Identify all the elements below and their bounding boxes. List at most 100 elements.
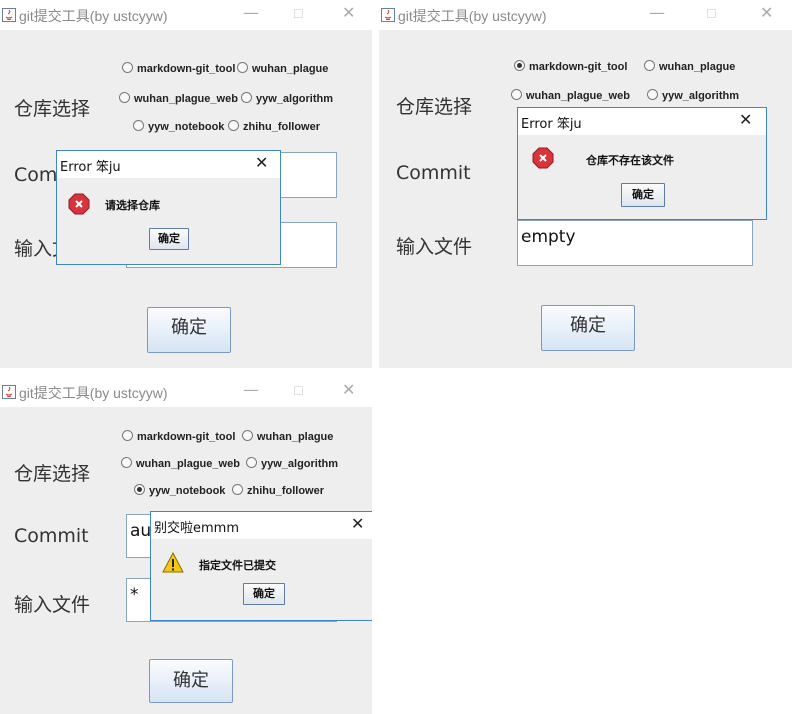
repo-radio-wuhan-plague[interactable]: wuhan_plague [242, 430, 333, 444]
commit-label: Commit [14, 525, 89, 547]
radio-label: wuhan_plague [659, 61, 736, 73]
repo-radio-zhihu-follower[interactable]: zhihu_follower [232, 484, 324, 498]
radio-label: wuhan_plague_web [526, 90, 630, 102]
repo-radio-markdown-git-tool[interactable]: markdown-git_tool [514, 60, 627, 74]
app-window-2: git提交工具(by ustcyyw) — ☐ ✕ 仓库选择 Commit 输入… [379, 0, 792, 368]
radio-label: yyw_notebook [149, 485, 226, 497]
radio-circle[interactable] [121, 457, 132, 468]
maximize-icon[interactable]: ☐ [293, 384, 304, 398]
confirm-button[interactable]: 确定 [149, 659, 233, 703]
dialog-title-bar[interactable]: 别交啦emmm ✕ [151, 512, 372, 539]
java-app-icon [381, 8, 395, 22]
window-title: git提交工具(by ustcyyw) [19, 385, 168, 401]
warning-icon [162, 552, 184, 573]
repo-label: 仓库选择 [396, 96, 473, 118]
repo-radio-markdown-git-tool[interactable]: markdown-git_tool [122, 62, 235, 76]
confirm-button[interactable]: 确定 [147, 307, 231, 353]
dialog-message: 仓库不存在该文件 [586, 154, 674, 167]
radio-label: wuhan_plague_web [136, 458, 240, 470]
radio-circle[interactable] [133, 120, 144, 131]
radio-label: yyw_algorithm [662, 90, 740, 102]
window-title: git提交工具(by ustcyyw) [19, 8, 168, 24]
title-bar[interactable]: git提交工具(by ustcyyw) — ☐ ✕ [0, 0, 372, 30]
repo-label: 仓库选择 [14, 463, 91, 485]
dialog-title: Error 笨ju [521, 117, 582, 132]
radio-circle[interactable] [644, 60, 655, 71]
repo-radio-wuhan-plague-web[interactable]: wuhan_plague_web [119, 92, 238, 106]
confirm-button[interactable]: 确定 [541, 305, 635, 351]
radio-label: yyw_notebook [148, 121, 225, 133]
radio-label: wuhan_plague_web [134, 93, 238, 105]
radio-circle[interactable] [122, 430, 133, 441]
radio-label: yyw_algorithm [256, 93, 334, 105]
repo-radio-wuhan-plague-web[interactable]: wuhan_plague_web [511, 89, 630, 103]
radio-label: zhihu_follower [247, 485, 324, 497]
maximize-icon[interactable]: ☐ [293, 7, 304, 21]
error-icon [532, 147, 554, 169]
radio-circle[interactable] [246, 457, 257, 468]
repo-radio-markdown-git-tool[interactable]: markdown-git_tool [122, 430, 235, 444]
repo-radio-yyw-algorithm[interactable]: yyw_algorithm [246, 457, 338, 471]
close-icon[interactable]: ✕ [342, 3, 355, 22]
repo-radio-wuhan-plague[interactable]: wuhan_plague [237, 62, 328, 76]
repo-radio-yyw-algorithm[interactable]: yyw_algorithm [647, 89, 739, 103]
dialog-close-icon[interactable]: ✕ [739, 110, 752, 129]
radio-label: markdown-git_tool [529, 61, 628, 73]
radio-circle[interactable] [119, 92, 130, 103]
radio-circle[interactable] [647, 89, 658, 100]
dialog-message: 请选择仓库 [105, 199, 160, 212]
radio-label: wuhan_plague [257, 431, 334, 443]
repo-label: 仓库选择 [14, 98, 91, 120]
radio-circle[interactable] [241, 92, 252, 103]
dialog-ok-button[interactable]: 确定 [621, 183, 665, 207]
dialog-ok-button[interactable]: 确定 [149, 228, 189, 250]
radio-circle-selected[interactable] [514, 60, 525, 71]
radio-circle[interactable] [232, 484, 243, 495]
radio-circle-selected[interactable] [134, 484, 145, 495]
radio-label: wuhan_plague [252, 63, 329, 75]
repo-radio-yyw-notebook[interactable]: yyw_notebook [134, 484, 225, 498]
file-input[interactable]: empty [517, 220, 753, 266]
dialog-title-bar[interactable]: Error 笨ju ✕ [57, 151, 280, 178]
radio-circle[interactable] [122, 62, 133, 73]
error-dialog: Error 笨ju ✕ 请选择仓库 确定 [56, 150, 281, 265]
radio-circle[interactable] [511, 89, 522, 100]
dialog-message: 指定文件已提交 [199, 559, 276, 572]
warning-dialog: 别交啦emmm ✕ 指定文件已提交 确定 [150, 511, 372, 621]
dialog-title: 别交啦emmm [154, 521, 239, 536]
repo-radio-wuhan-plague-web[interactable]: wuhan_plague_web [121, 457, 240, 471]
radio-circle[interactable] [242, 430, 253, 441]
repo-radio-yyw-algorithm[interactable]: yyw_algorithm [241, 92, 333, 106]
repo-radio-zhihu-follower[interactable]: zhihu_follower [228, 120, 320, 134]
dialog-close-icon[interactable]: ✕ [255, 153, 268, 172]
commit-label: Commit [396, 162, 471, 184]
radio-label: zhihu_follower [243, 121, 320, 133]
repo-radio-yyw-notebook[interactable]: yyw_notebook [133, 120, 224, 134]
title-bar[interactable]: git提交工具(by ustcyyw) — ☐ ✕ [0, 377, 372, 407]
error-dialog: Error 笨ju ✕ 仓库不存在该文件 确定 [517, 107, 767, 220]
dialog-ok-button[interactable]: 确定 [243, 583, 285, 605]
radio-circle[interactable] [237, 62, 248, 73]
java-app-icon [2, 8, 16, 22]
error-icon [68, 193, 90, 215]
dialog-close-icon[interactable]: ✕ [351, 514, 364, 533]
radio-label: markdown-git_tool [137, 431, 236, 443]
radio-circle[interactable] [228, 120, 239, 131]
minimize-icon[interactable]: — [649, 3, 665, 22]
radio-label: markdown-git_tool [137, 63, 236, 75]
java-app-icon [2, 385, 16, 399]
maximize-icon[interactable]: ☐ [706, 7, 717, 21]
app-window-1: git提交工具(by ustcyyw) — ☐ ✕ 仓库选择 Commit 输入… [0, 0, 372, 368]
minimize-icon[interactable]: — [243, 380, 259, 399]
dialog-title: Error 笨ju [60, 160, 121, 175]
close-icon[interactable]: ✕ [760, 3, 773, 22]
app-window-3: git提交工具(by ustcyyw) — ☐ ✕ 仓库选择 Commit 输入… [0, 377, 372, 714]
input-file-label: 输入文件 [396, 236, 473, 258]
title-bar[interactable]: git提交工具(by ustcyyw) — ☐ ✕ [379, 0, 792, 30]
window-title: git提交工具(by ustcyyw) [398, 8, 547, 24]
repo-radio-wuhan-plague[interactable]: wuhan_plague [644, 60, 735, 74]
close-icon[interactable]: ✕ [342, 380, 355, 399]
input-file-label: 输入文件 [14, 594, 91, 616]
minimize-icon[interactable]: — [243, 3, 259, 22]
dialog-title-bar[interactable]: Error 笨ju ✕ [518, 108, 766, 135]
